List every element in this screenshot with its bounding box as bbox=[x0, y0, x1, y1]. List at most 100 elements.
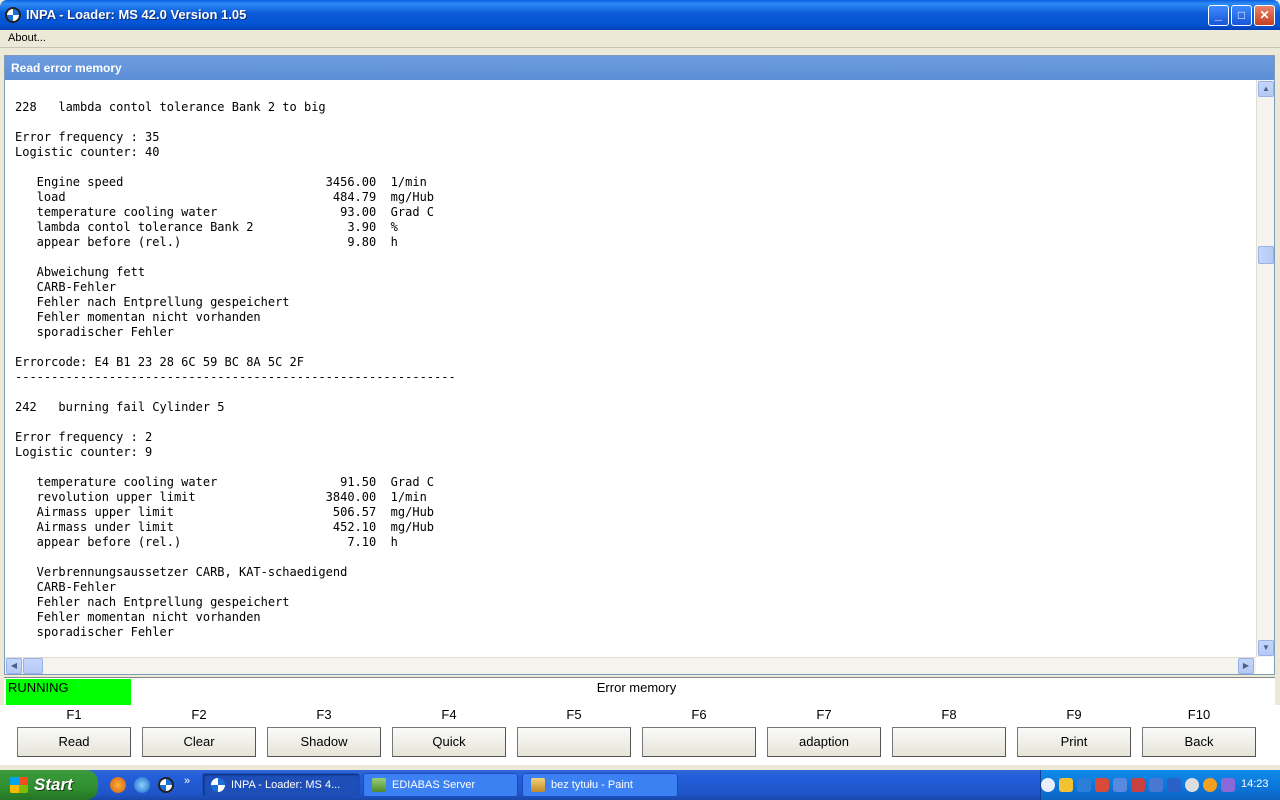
start-button[interactable]: Start bbox=[0, 770, 98, 800]
fkey-label: F9 bbox=[1066, 707, 1082, 722]
error-line bbox=[15, 550, 456, 565]
audio-icon[interactable] bbox=[1185, 778, 1199, 792]
error-line: temperature cooling water 91.50 Grad C bbox=[15, 475, 435, 489]
error-line: Errorcode: E4 B1 23 28 6C 59 BC 8A 5C 2F bbox=[15, 355, 304, 369]
fkey-button-f9[interactable]: Print bbox=[1017, 727, 1131, 757]
error-line: sporadischer Fehler bbox=[15, 325, 174, 339]
error-line: Logistic counter: 9 bbox=[15, 445, 153, 459]
network-icon[interactable] bbox=[1113, 778, 1127, 792]
task-inpa[interactable]: INPA - Loader: MS 4... bbox=[202, 773, 360, 797]
fkey-label: F4 bbox=[441, 707, 457, 722]
error-line bbox=[15, 250, 456, 265]
antivirus-icon[interactable] bbox=[1077, 778, 1091, 792]
error-line bbox=[15, 115, 456, 130]
vertical-scroll-thumb[interactable] bbox=[1258, 246, 1274, 264]
network-warning-icon[interactable] bbox=[1131, 778, 1145, 792]
bmw-icon bbox=[211, 778, 225, 792]
panel-title: Read error memory bbox=[11, 61, 122, 75]
internet-explorer-icon[interactable] bbox=[134, 777, 150, 793]
error-memory-panel: Read error memory 228 lambda contol tole… bbox=[4, 55, 1275, 675]
error-line bbox=[15, 415, 456, 430]
error-line: load 484.79 mg/Hub bbox=[15, 190, 435, 204]
task-label: EDIABAS Server bbox=[392, 779, 476, 791]
error-line: revolution upper limit 3840.00 1/min bbox=[15, 490, 427, 504]
error-line: 228 lambda contol tolerance Bank 2 to bi… bbox=[15, 100, 326, 114]
error-line: 242 burning fail Cylinder 5 bbox=[15, 400, 225, 414]
security-shield-icon[interactable] bbox=[1059, 778, 1073, 792]
error-line: Abweichung fett bbox=[15, 265, 146, 279]
paint-icon bbox=[531, 778, 545, 792]
error-line: Airmass under limit 452.10 mg/Hub bbox=[15, 520, 435, 534]
task-label: bez tytułu - Paint bbox=[551, 779, 633, 791]
error-line: Fehler nach Entprellung gespeichert bbox=[15, 295, 290, 309]
fkey-button-f1[interactable]: Read bbox=[17, 727, 131, 757]
error-line: Airmass upper limit 506.57 mg/Hub bbox=[15, 505, 435, 519]
error-line: Fehler momentan nicht vorhanden bbox=[15, 310, 261, 324]
error-list-area[interactable]: 228 lambda contol tolerance Bank 2 to bi… bbox=[5, 80, 1256, 657]
error-line: Engine speed 3456.00 1/min bbox=[15, 175, 427, 189]
app-tray-icon[interactable] bbox=[1221, 778, 1235, 792]
fkey-button-f5[interactable] bbox=[517, 727, 631, 757]
fkey-button-f8[interactable] bbox=[892, 727, 1006, 757]
error-line: temperature cooling water 93.00 Grad C bbox=[15, 205, 435, 219]
error-line: Logistic counter: 40 bbox=[15, 145, 160, 159]
status-bar: RUNNING Error memory bbox=[4, 677, 1275, 705]
error-line: appear before (rel.) 7.10 h bbox=[15, 535, 398, 549]
horizontal-scrollbar[interactable]: ◀ ▶ bbox=[5, 657, 1256, 674]
scroll-right-icon[interactable]: ▶ bbox=[1238, 658, 1254, 674]
clock[interactable]: 14:23 bbox=[1241, 778, 1269, 790]
status-title: Error memory bbox=[596, 680, 677, 695]
error-line bbox=[15, 160, 456, 175]
bmw-quicklaunch-icon[interactable] bbox=[158, 777, 174, 793]
error-line: Error frequency : 35 bbox=[15, 130, 160, 144]
fkey-label: F7 bbox=[816, 707, 832, 722]
fkey-button-f6[interactable] bbox=[642, 727, 756, 757]
maximize-button[interactable]: □ bbox=[1231, 5, 1252, 26]
fkey-button-f4[interactable]: Quick bbox=[392, 727, 506, 757]
fkey-label: F10 bbox=[1187, 707, 1211, 722]
error-line bbox=[15, 340, 456, 355]
fkey-button-f7[interactable]: adaption bbox=[767, 727, 881, 757]
error-line: Verbrennungsaussetzer CARB, KAT-schaedig… bbox=[15, 565, 348, 579]
error-line: appear before (rel.) 9.80 h bbox=[15, 235, 398, 249]
display-icon[interactable] bbox=[1149, 778, 1163, 792]
title-bar[interactable]: INPA - Loader: MS 42.0 Version 1.05 _ □ … bbox=[0, 0, 1280, 30]
window-title: INPA - Loader: MS 42.0 Version 1.05 bbox=[26, 7, 247, 22]
error-line bbox=[15, 460, 456, 475]
bluetooth-icon[interactable] bbox=[1167, 778, 1181, 792]
fkey-button-f10[interactable]: Back bbox=[1142, 727, 1256, 757]
taskbar: Start » INPA - Loader: MS 4... EDIABAS S… bbox=[0, 770, 1280, 800]
error-line: CARB-Fehler bbox=[15, 280, 117, 294]
firefox-icon[interactable] bbox=[110, 777, 126, 793]
vertical-scrollbar[interactable]: ▲ ▼ bbox=[1256, 80, 1274, 657]
error-line: Fehler nach Entprellung gespeichert bbox=[15, 595, 290, 609]
menu-about[interactable]: About... bbox=[8, 32, 46, 44]
menu-bar: About... bbox=[0, 30, 1280, 48]
panel-title-bar: Read error memory bbox=[5, 56, 1274, 80]
inpa-window: INPA - Loader: MS 42.0 Version 1.05 _ □ … bbox=[0, 0, 1280, 770]
quicklaunch-more-icon[interactable]: » bbox=[184, 775, 190, 787]
minimize-button[interactable]: _ bbox=[1208, 5, 1229, 26]
task-ediabas[interactable]: EDIABAS Server bbox=[363, 773, 518, 797]
scroll-left-icon[interactable]: ◀ bbox=[6, 658, 22, 674]
task-paint[interactable]: bez tytułu - Paint bbox=[522, 773, 678, 797]
error-text: 228 lambda contol tolerance Bank 2 to bi… bbox=[15, 100, 456, 640]
horizontal-scroll-thumb[interactable] bbox=[23, 658, 43, 674]
scroll-down-icon[interactable]: ▼ bbox=[1258, 640, 1274, 656]
server-icon bbox=[372, 778, 386, 792]
network-error-icon[interactable] bbox=[1095, 778, 1109, 792]
bmw-logo-icon bbox=[5, 7, 21, 23]
scroll-up-icon[interactable]: ▲ bbox=[1258, 81, 1274, 97]
update-icon[interactable] bbox=[1203, 778, 1217, 792]
close-button[interactable]: ✕ bbox=[1254, 5, 1275, 26]
start-label: Start bbox=[34, 775, 73, 794]
fkey-button-f2[interactable]: Clear bbox=[142, 727, 256, 757]
error-line: ----------------------------------------… bbox=[15, 370, 456, 384]
error-line: lambda contol tolerance Bank 2 3.90 % bbox=[15, 220, 398, 234]
fkey-button-f3[interactable]: Shadow bbox=[267, 727, 381, 757]
task-label: INPA - Loader: MS 4... bbox=[231, 779, 341, 791]
fkey-label: F5 bbox=[566, 707, 582, 722]
tray-expand-icon[interactable] bbox=[1041, 778, 1055, 792]
function-key-bar: F1 Read F2 Clear F3 Shadow F4 Quick F5 F6 F7 adapti… bbox=[0, 705, 1280, 765]
system-tray: 14:23 bbox=[1040, 770, 1280, 800]
